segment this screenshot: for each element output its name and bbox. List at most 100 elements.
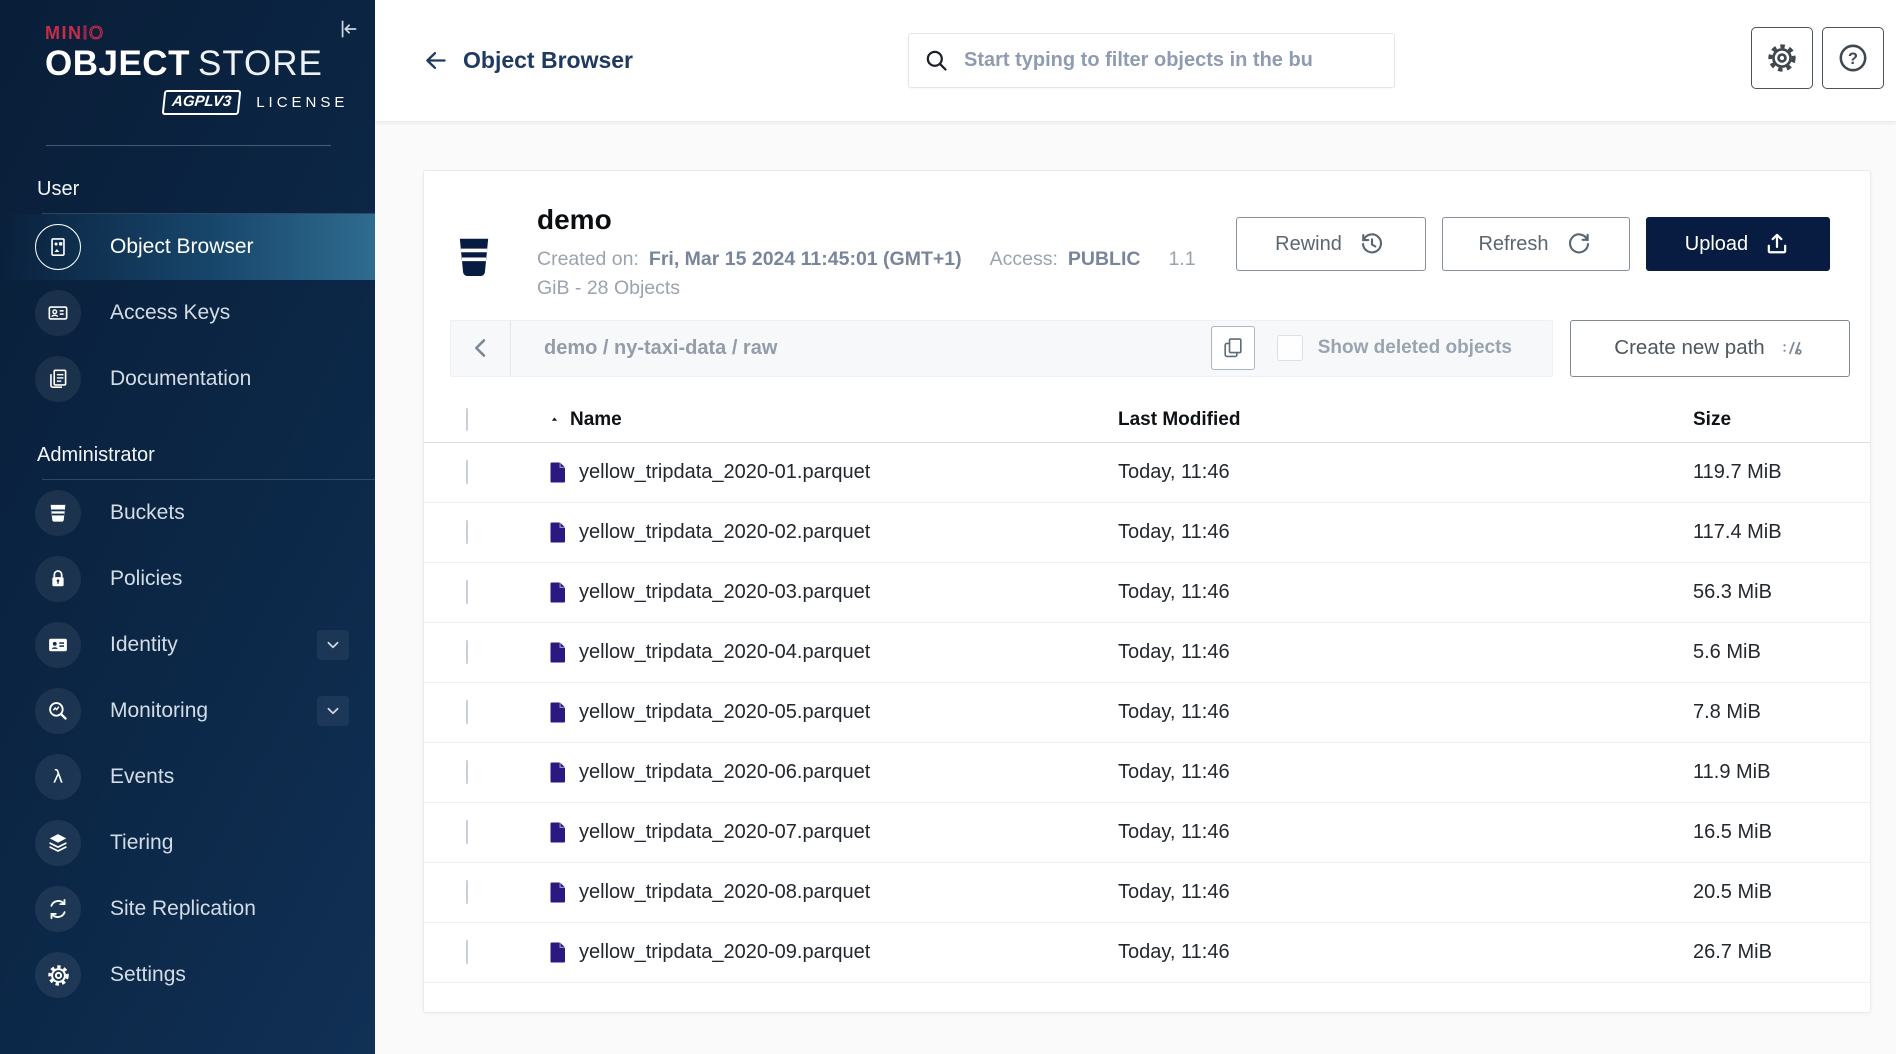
object-size: 16.5 MiB — [1693, 821, 1870, 844]
access-label: Access: — [990, 248, 1058, 270]
new-path-icon — [1780, 335, 1806, 361]
sidebar-section-user: User Object Browser Access Keys Document… — [0, 178, 375, 412]
chevron-left-icon — [467, 334, 495, 362]
sidebar-item-label: Site Replication — [110, 897, 256, 921]
sidebar-item-object-browser[interactable]: Object Browser — [0, 214, 375, 280]
path-bar: demo / ny-taxi-data / raw Show deleted o… — [450, 320, 1553, 377]
file-icon — [548, 641, 568, 664]
refresh-icon — [1564, 229, 1594, 259]
sidebar-menu: User Object Browser Access Keys Document… — [0, 178, 375, 1008]
table-row[interactable]: yellow_tripdata_2020-06.parquet Today, 1… — [424, 743, 1870, 803]
create-new-path-button[interactable]: Create new path — [1570, 320, 1850, 377]
sidebar-item-label: Object Browser — [110, 235, 254, 259]
object-size: 119.7 MiB — [1693, 461, 1870, 484]
bucket-actions: Rewind Refresh Upload — [1236, 217, 1846, 300]
object-name[interactable]: yellow_tripdata_2020-09.parquet — [579, 941, 870, 964]
bucket-titles: demo Created on:Fri, Mar 15 2024 11:45:0… — [537, 205, 1236, 300]
row-checkbox[interactable] — [466, 820, 468, 844]
row-checkbox[interactable] — [466, 700, 468, 724]
help-button[interactable]: ? — [1822, 27, 1884, 89]
sidebar-item-identity[interactable]: Identity — [0, 612, 375, 678]
copy-icon — [1220, 335, 1246, 361]
row-checkbox[interactable] — [466, 880, 468, 904]
bucket-meta: Created on:Fri, Mar 15 2024 11:45:01 (GM… — [537, 244, 1236, 275]
chevron-down-icon[interactable] — [317, 630, 349, 660]
upload-button[interactable]: Upload — [1646, 217, 1830, 271]
sidebar-item-access-keys[interactable]: Access Keys — [0, 280, 375, 346]
table-row[interactable]: yellow_tripdata_2020-04.parquet Today, 1… — [424, 623, 1870, 683]
object-modified: Today, 11:46 — [1118, 701, 1693, 724]
object-modified: Today, 11:46 — [1118, 581, 1693, 604]
show-deleted-toggle[interactable]: Show deleted objects — [1277, 335, 1512, 361]
object-modified: Today, 11:46 — [1118, 461, 1693, 484]
object-name[interactable]: yellow_tripdata_2020-07.parquet — [579, 821, 870, 844]
sidebar-item-tiering[interactable]: Tiering — [0, 810, 375, 876]
object-name[interactable]: yellow_tripdata_2020-03.parquet — [579, 581, 870, 604]
events-icon: λ — [35, 754, 81, 800]
table-row[interactable]: yellow_tripdata_2020-09.parquet Today, 1… — [424, 923, 1870, 983]
bucket-usage-objects: GiB - 28 Objects — [537, 277, 1236, 300]
tiering-icon — [35, 820, 81, 866]
row-checkbox[interactable] — [466, 760, 468, 784]
rewind-icon — [1357, 229, 1387, 259]
table-row[interactable]: yellow_tripdata_2020-08.parquet Today, 1… — [424, 863, 1870, 923]
sidebar-item-settings[interactable]: Settings — [0, 942, 375, 1008]
object-name[interactable]: yellow_tripdata_2020-05.parquet — [579, 701, 870, 724]
row-checkbox[interactable] — [466, 460, 468, 484]
monitoring-icon — [35, 688, 81, 734]
bucket-header: demo Created on:Fri, Mar 15 2024 11:45:0… — [424, 171, 1870, 310]
sidebar-item-site-replication[interactable]: Site Replication — [0, 876, 375, 942]
help-icon: ? — [1836, 41, 1870, 75]
show-deleted-label: Show deleted objects — [1318, 337, 1512, 359]
select-all-checkbox[interactable] — [466, 408, 468, 431]
column-header-name[interactable]: Name — [548, 409, 1118, 431]
settings-button[interactable] — [1751, 27, 1813, 89]
file-icon — [548, 761, 568, 784]
breadcrumb[interactable]: demo / ny-taxi-data / raw — [544, 337, 1211, 360]
breadcrumb-back-button[interactable] — [451, 321, 511, 376]
object-size: 117.4 MiB — [1693, 521, 1870, 544]
column-header-size[interactable]: Size — [1693, 409, 1870, 431]
object-size: 26.7 MiB — [1693, 941, 1870, 964]
show-deleted-checkbox[interactable] — [1277, 335, 1303, 361]
table-row[interactable]: yellow_tripdata_2020-05.parquet Today, 1… — [424, 683, 1870, 743]
table-row[interactable]: yellow_tripdata_2020-07.parquet Today, 1… — [424, 803, 1870, 863]
bucket-usage: 1.1 — [1168, 248, 1195, 270]
object-name[interactable]: yellow_tripdata_2020-06.parquet — [579, 761, 870, 784]
sidebar-item-buckets[interactable]: Buckets — [0, 480, 375, 546]
search-input[interactable] — [962, 48, 1380, 73]
table-row[interactable]: yellow_tripdata_2020-01.parquet Today, 1… — [424, 443, 1870, 503]
sidebar-item-monitoring[interactable]: Monitoring — [0, 678, 375, 744]
row-checkbox[interactable] — [466, 520, 468, 544]
object-name[interactable]: yellow_tripdata_2020-01.parquet — [579, 461, 870, 484]
chevron-down-icon[interactable] — [317, 696, 349, 726]
svg-text:λ: λ — [53, 768, 63, 788]
sidebar-item-label: Settings — [110, 963, 186, 987]
object-name[interactable]: yellow_tripdata_2020-04.parquet — [579, 641, 870, 664]
object-name[interactable]: yellow_tripdata_2020-08.parquet — [579, 881, 870, 904]
license-row: AGPLV3 LICENSE — [163, 90, 375, 115]
row-checkbox[interactable] — [466, 940, 468, 964]
search-box — [908, 33, 1395, 88]
copy-path-button[interactable] — [1211, 326, 1255, 370]
back-arrow-icon[interactable] — [420, 46, 450, 76]
sidebar-item-label: Documentation — [110, 367, 251, 391]
buckets-icon — [35, 490, 81, 536]
table-row[interactable]: yellow_tripdata_2020-02.parquet Today, 1… — [424, 503, 1870, 563]
table-row[interactable]: yellow_tripdata_2020-03.parquet Today, 1… — [424, 563, 1870, 623]
settings-icon — [35, 952, 81, 998]
refresh-button[interactable]: Refresh — [1442, 217, 1630, 271]
sidebar-item-events[interactable]: λ Events — [0, 744, 375, 810]
minio-brand: MINIO — [45, 24, 375, 42]
object-name[interactable]: yellow_tripdata_2020-02.parquet — [579, 521, 870, 544]
path-bar-row: demo / ny-taxi-data / raw Show deleted o… — [450, 320, 1850, 377]
row-checkbox[interactable] — [466, 640, 468, 664]
object-size: 5.6 MiB — [1693, 641, 1870, 664]
column-header-modified[interactable]: Last Modified — [1118, 409, 1693, 431]
minio-logo: MINIO OBJECTSTORE AGPLV3 LICENSE — [0, 0, 375, 115]
sidebar-collapse-icon[interactable] — [331, 12, 365, 46]
row-checkbox[interactable] — [466, 580, 468, 604]
sidebar-item-documentation[interactable]: Documentation — [0, 346, 375, 412]
rewind-button[interactable]: Rewind — [1236, 217, 1426, 271]
sidebar-item-policies[interactable]: Policies — [0, 546, 375, 612]
